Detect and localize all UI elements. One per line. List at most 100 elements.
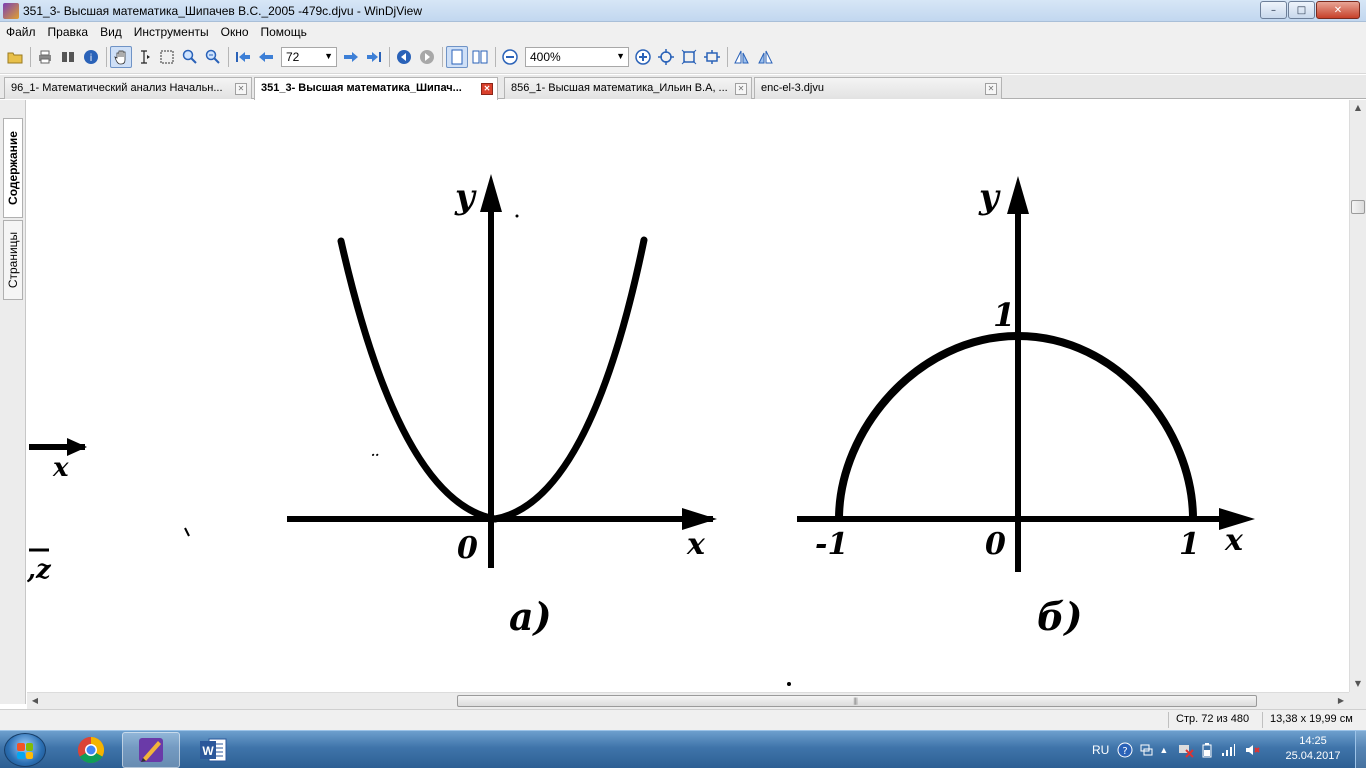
zoom-select[interactable]: 400% ▼: [525, 47, 629, 67]
tab-label: enc-el-3.djvu: [761, 82, 824, 94]
figure-a-y-arrow: [480, 174, 502, 212]
zoom-out-icon[interactable]: [499, 46, 521, 68]
status-page-info: Стр. 72 из 480: [1176, 713, 1250, 725]
show-desktop-button[interactable]: [1355, 731, 1366, 768]
zoom-in-tool-icon[interactable]: [179, 46, 201, 68]
tab-document-3[interactable]: 856_1- Высшая математика_Ильин В.А, ... …: [504, 77, 752, 99]
hand-icon[interactable]: [110, 46, 132, 68]
sidebar-tab-pages[interactable]: Страницы: [3, 220, 23, 300]
forward-icon[interactable]: [416, 46, 438, 68]
scroll-left-icon[interactable]: ◀: [27, 693, 43, 709]
vertical-scrollbar[interactable]: ▲ ▼: [1349, 100, 1366, 692]
toolbar-separator: [228, 47, 229, 67]
svg-text:i: i: [90, 53, 93, 64]
signal-icon[interactable]: [1220, 742, 1236, 758]
start-button[interactable]: [4, 733, 46, 767]
figure-b-origin-label: 0: [985, 527, 1006, 562]
figure-b-x-tick-neg-label: -1: [815, 527, 848, 562]
window-title: 351_3- Высшая математика_Шипачев В.С._20…: [23, 3, 422, 18]
menu-view[interactable]: Вид: [94, 25, 128, 39]
scroll-up-icon[interactable]: ▲: [1350, 100, 1366, 116]
horizontal-scroll-thumb[interactable]: |||: [457, 695, 1257, 707]
print-icon[interactable]: [34, 46, 56, 68]
rotate-right-icon[interactable]: [754, 46, 776, 68]
tab-label: 856_1- Высшая математика_Ильин В.А, ...: [511, 82, 728, 94]
taskbar-windjview[interactable]: [122, 732, 180, 768]
windjview-app-icon: [3, 2, 19, 19]
system-tray: RU ? ▲: [1092, 731, 1260, 768]
zoom-rect-icon[interactable]: [202, 46, 224, 68]
taskbar-clock[interactable]: 14:25 25.04.2017: [1276, 734, 1350, 764]
close-tab-icon[interactable]: ✕: [735, 83, 747, 95]
menu-tools[interactable]: Инструменты: [128, 25, 215, 39]
status-separator: [1262, 712, 1263, 728]
close-tab-icon[interactable]: ✕: [235, 83, 247, 95]
tab-label: 96_1- Математический анализ Начальн...: [11, 82, 223, 94]
close-tab-icon[interactable]: ✕: [481, 83, 493, 95]
chevron-down-icon[interactable]: ▼: [616, 51, 625, 61]
network-error-icon[interactable]: [1178, 742, 1194, 758]
taskbar-word[interactable]: W: [184, 732, 242, 768]
page-number-input[interactable]: 72 ▼: [281, 47, 337, 67]
figure-a-caption: а): [509, 594, 552, 639]
close-tab-icon[interactable]: ✕: [985, 83, 997, 95]
page-figure: x ,z .. y x 0 а) y 1 -1 0 1 x б): [27, 174, 1255, 686]
figure-b-y-label: y: [978, 177, 1001, 217]
back-icon[interactable]: [393, 46, 415, 68]
scroll-down-icon[interactable]: ▼: [1350, 676, 1366, 692]
document-view[interactable]: x ,z .. y x 0 а) y 1 -1 0 1 x б): [27, 100, 1349, 692]
volume-muted-icon[interactable]: [1244, 742, 1260, 758]
help-icon[interactable]: ?: [1117, 742, 1133, 758]
scrollbar-corner: [1349, 692, 1366, 709]
fit-width-icon[interactable]: [678, 46, 700, 68]
tab-document-2[interactable]: 351_3- Высшая математика_Шипач... ✕: [254, 77, 498, 100]
actual-size-icon[interactable]: [701, 46, 723, 68]
last-page-icon[interactable]: [363, 46, 385, 68]
rotate-left-icon[interactable]: [731, 46, 753, 68]
show-hidden-icons-icon[interactable]: ▲: [1159, 745, 1168, 755]
toolbar-separator: [30, 47, 31, 67]
scan-speck: [515, 214, 519, 218]
text-select-icon[interactable]: [133, 46, 155, 68]
find-icon[interactable]: [57, 46, 79, 68]
rect-select-icon[interactable]: [156, 46, 178, 68]
keyboard-settings-icon[interactable]: [1139, 743, 1153, 757]
figure-a-x-label: x: [686, 527, 706, 562]
next-page-icon[interactable]: [340, 46, 362, 68]
maximize-button[interactable]: □: [1288, 1, 1315, 19]
prev-page-icon[interactable]: [255, 46, 277, 68]
close-button[interactable]: ✕: [1316, 1, 1360, 19]
battery-icon[interactable]: [1202, 742, 1212, 758]
menu-window[interactable]: Окно: [215, 25, 255, 39]
status-page-size: 13,38 x 19,99 см: [1270, 713, 1353, 725]
scan-speck: [184, 527, 190, 537]
info-icon[interactable]: i: [80, 46, 102, 68]
sidebar: Содержание Страницы: [0, 100, 26, 704]
open-icon[interactable]: [4, 46, 26, 68]
sidebar-tab-label: Страницы: [6, 231, 20, 289]
language-indicator[interactable]: RU: [1092, 743, 1109, 757]
facing-pages-icon[interactable]: [469, 46, 491, 68]
figure-b-y-arrow: [1007, 176, 1029, 214]
first-page-icon[interactable]: [232, 46, 254, 68]
zoom-in-icon[interactable]: [632, 46, 654, 68]
menu-file[interactable]: Файл: [0, 25, 42, 39]
menu-edit[interactable]: Правка: [42, 25, 95, 39]
sidebar-tab-contents[interactable]: Содержание: [3, 118, 23, 218]
vertical-scroll-thumb[interactable]: [1351, 200, 1365, 214]
figure-a-y-label: y: [454, 177, 477, 217]
scroll-right-icon[interactable]: ▶: [1333, 693, 1349, 709]
toolbar: i 72 ▼ 400% ▼: [0, 41, 1366, 74]
chevron-down-icon[interactable]: ▼: [324, 51, 333, 61]
toolbar-separator: [106, 47, 107, 67]
tab-document-1[interactable]: 96_1- Математический анализ Начальн... ✕: [4, 77, 252, 99]
minimize-button[interactable]: –: [1260, 1, 1287, 19]
tab-document-4[interactable]: enc-el-3.djvu ✕: [754, 77, 1002, 99]
taskbar-chrome[interactable]: [62, 732, 120, 768]
toolbar-separator: [495, 47, 496, 67]
single-page-icon[interactable]: [446, 46, 468, 68]
fit-page-icon[interactable]: [655, 46, 677, 68]
figure-b: y 1 -1 0 1 x б): [797, 176, 1255, 639]
horizontal-scrollbar[interactable]: ◀ ||| ▶: [27, 692, 1349, 709]
menu-help[interactable]: Помощь: [255, 25, 313, 39]
